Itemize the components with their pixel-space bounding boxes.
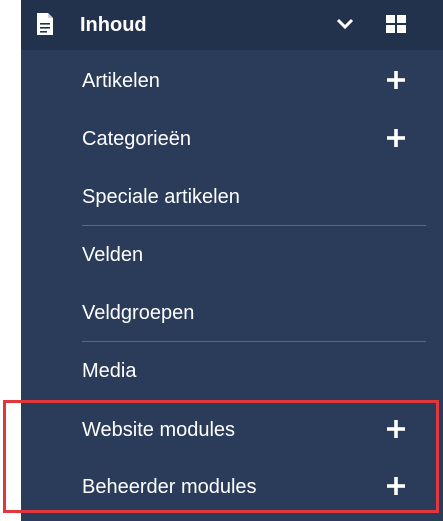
document-icon	[37, 13, 53, 35]
sidebar-submenu: Inhoud Artikelen Categorieën Speciale ar…	[21, 0, 443, 521]
screenshot-stage: Inhoud Artikelen Categorieën Speciale ar…	[0, 0, 443, 521]
menu-item-label: Veldgroepen	[82, 302, 195, 324]
menu-item-label: Categorieën	[82, 128, 191, 150]
menu-item-artikelen[interactable]: Artikelen	[21, 53, 443, 109]
add-icon[interactable]	[386, 476, 406, 496]
add-icon[interactable]	[386, 419, 406, 439]
menu-divider	[82, 225, 426, 226]
menu-item-beheerder-modules[interactable]: Beheerder modules	[21, 459, 443, 515]
add-icon[interactable]	[386, 128, 406, 148]
menu-item-speciale-artikelen[interactable]: Speciale artikelen	[21, 169, 443, 225]
chevron-down-icon[interactable]	[335, 16, 355, 32]
menu-item-label: Speciale artikelen	[82, 186, 240, 208]
menu-item-veldgroepen[interactable]: Veldgroepen	[21, 285, 443, 341]
menu-divider	[82, 341, 426, 342]
menu-item-label: Media	[82, 360, 137, 382]
menu-item-velden[interactable]: Velden	[21, 227, 443, 283]
grid-icon[interactable]	[385, 14, 407, 34]
menu-item-label: Beheerder modules	[82, 476, 257, 498]
menu-item-website-modules[interactable]: Website modules	[21, 402, 443, 458]
menu-item-label: Velden	[82, 244, 144, 266]
menu-item-label: Website modules	[82, 419, 236, 441]
add-icon[interactable]	[386, 70, 406, 90]
menu-item-label: Artikelen	[82, 70, 160, 92]
menu-header[interactable]: Inhoud	[21, 0, 443, 50]
menu-header-title: Inhoud	[80, 14, 147, 36]
menu-item-media[interactable]: Media	[21, 343, 443, 399]
menu-item-categorieen[interactable]: Categorieën	[21, 111, 443, 167]
